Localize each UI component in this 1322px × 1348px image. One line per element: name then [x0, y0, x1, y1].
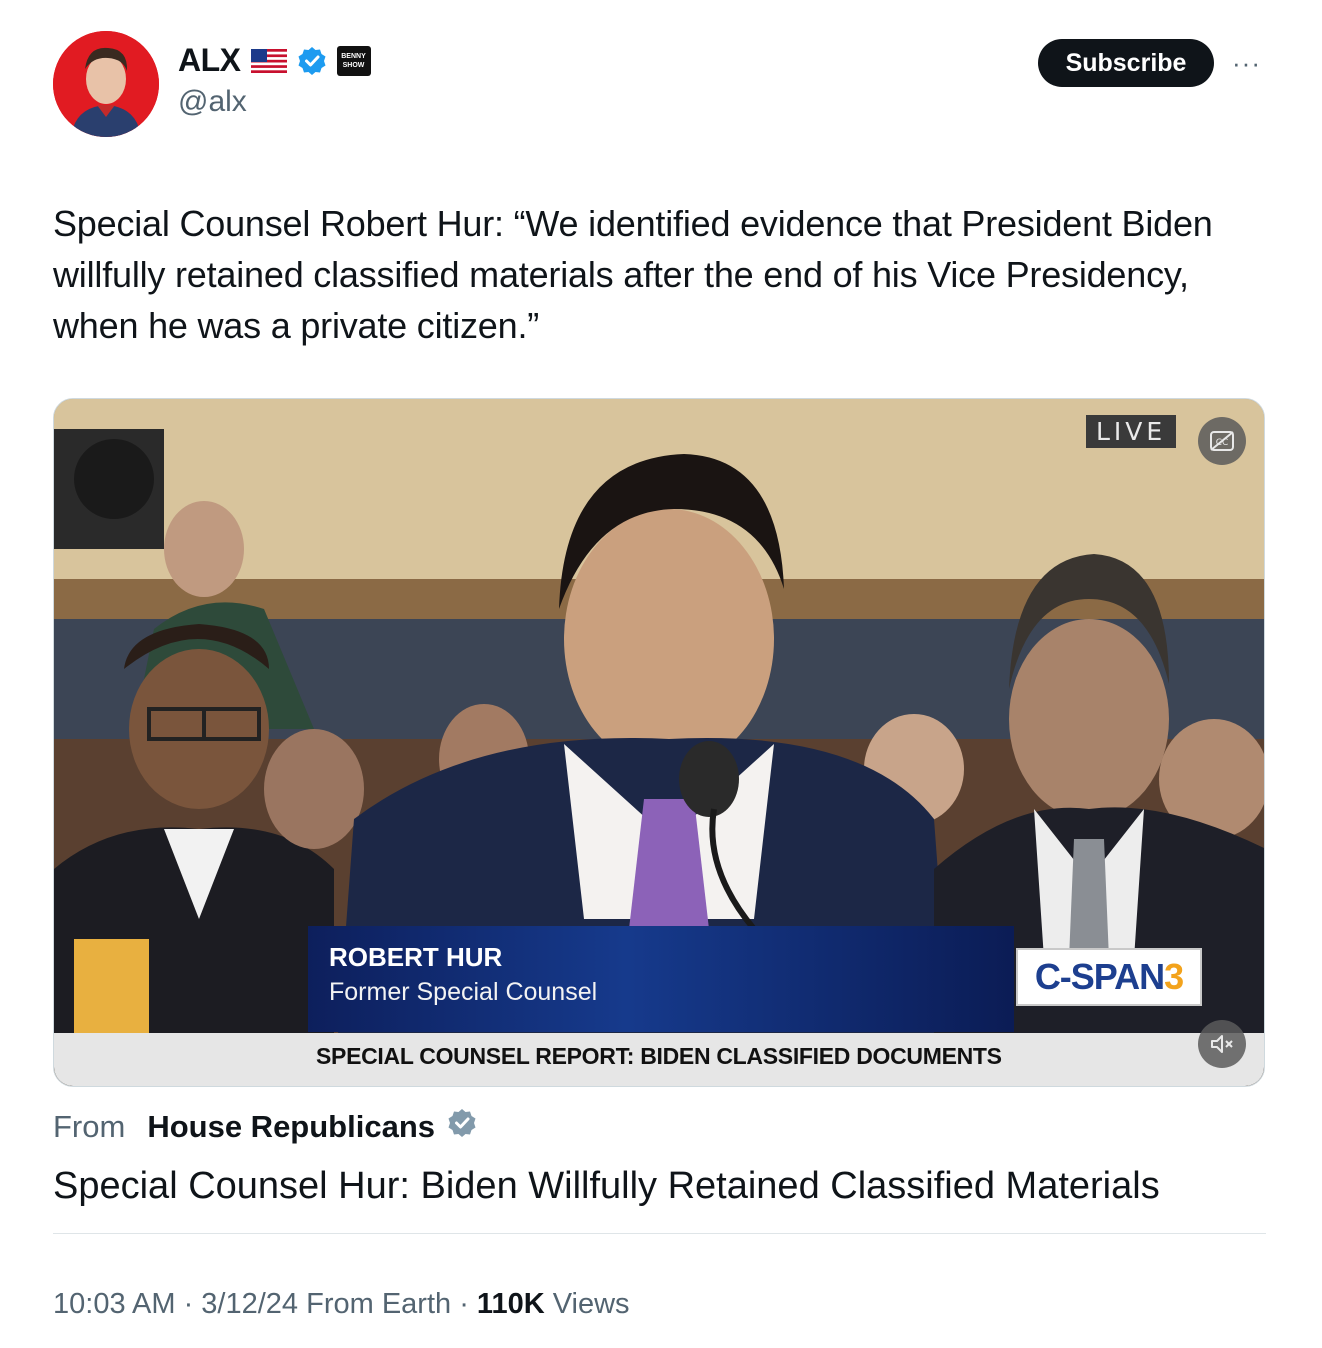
video-title[interactable]: Special Counsel Hur: Biden Willfully Ret… [53, 1165, 1160, 1208]
avatar[interactable] [53, 31, 159, 137]
lower-third-name: ROBERT HUR [329, 942, 503, 972]
lower-third-title: Former Special Counsel [329, 978, 598, 1006]
network-logo-suffix: 3 [1164, 956, 1184, 997]
affiliation-badge[interactable]: BENNY SHOW [336, 45, 371, 76]
verified-badge-icon[interactable] [297, 46, 327, 76]
video-player[interactable]: LIVE CC ROBERT HUR Former Special Counse… [53, 398, 1265, 1087]
network-logo: C-SPAN 3 [1016, 948, 1202, 1006]
network-logo-prefix: C-SPAN [1034, 956, 1165, 997]
video-source: From House Republicans [53, 1108, 477, 1146]
more-options-icon[interactable]: ··· [1232, 48, 1261, 79]
timestamp[interactable]: 10:03 AM · 3/12/24 From Earth · [53, 1288, 477, 1320]
lower-third: ROBERT HUR Former Special Counsel [308, 926, 1014, 1032]
svg-text:CC: CC [1216, 438, 1229, 448]
us-flag-icon [250, 48, 287, 73]
author-name[interactable]: ALX [178, 42, 241, 79]
views-label: Views [544, 1288, 630, 1320]
live-indicator: LIVE [1086, 415, 1177, 448]
muted-speaker-icon[interactable] [1198, 1020, 1246, 1068]
tweet-text: Special Counsel Robert Hur: “We identifi… [53, 203, 1213, 346]
author-name-row: ALX BENNY SHOW [178, 42, 371, 79]
divider [53, 1233, 1266, 1234]
ticker-text: SPECIAL COUNSEL REPORT: BIDEN CLASSIFIED… [316, 1043, 1002, 1069]
from-label: From [53, 1109, 126, 1144]
author-handle[interactable]: @alx [178, 85, 247, 119]
news-ticker: SPECIAL COUNSEL REPORT: BIDEN CLASSIFIED… [54, 1033, 1264, 1086]
source-name[interactable]: House Republicans [147, 1109, 435, 1145]
verified-gray-badge-icon [447, 1108, 477, 1146]
tweet-meta: 10:03 AM · 3/12/24 From Earth · 110K Vie… [53, 1288, 630, 1321]
subscribe-button[interactable]: Subscribe [1038, 39, 1214, 87]
views-count: 110K [476, 1288, 545, 1320]
closed-captions-icon[interactable]: CC [1198, 417, 1246, 465]
